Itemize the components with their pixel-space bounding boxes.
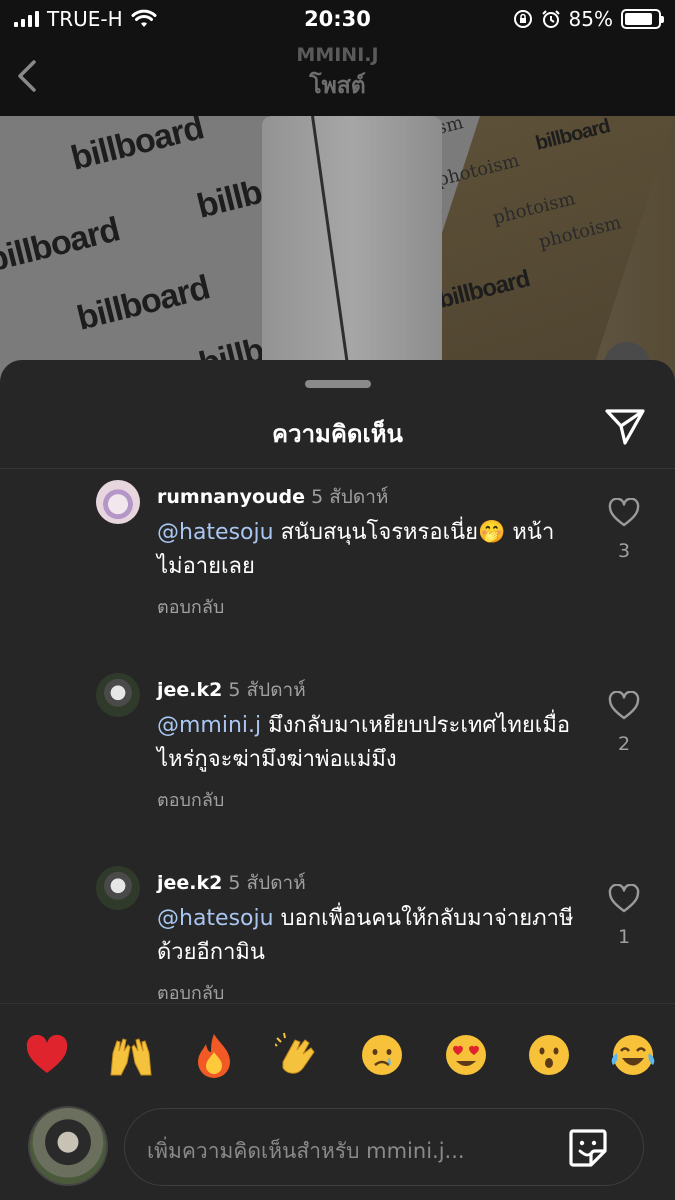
comment-input[interactable]: เพิ่มความคิดเห็นสำหรับ mmini.j... [124,1108,644,1186]
sticker-icon[interactable] [567,1127,609,1169]
comment-item: rumnanyoude 5 สัปดาห์ @hatesoju สนับสนุน… [0,480,675,660]
tears-of-joy-emoji-button[interactable] [608,1030,658,1080]
sheet-title: ความคิดเห็น [272,420,403,448]
heart-icon[interactable] [608,691,640,721]
heart-eyes-emoji-button[interactable] [441,1030,491,1080]
battery-icon [621,9,664,29]
status-bar: TRUE-H 20:30 85% [0,0,675,38]
comment-item: jee.k2 5 สัปดาห์ @mmini.j มึงกลับมาเหยีย… [0,673,675,853]
fire-emoji-icon [198,1034,231,1078]
signal-icon [14,11,39,27]
avatar[interactable] [96,673,140,717]
comment-username[interactable]: jee.k2 [157,872,222,894]
fire-emoji-button[interactable] [189,1030,239,1080]
comment-text: @hatesoju สนับสนุนโจรหรอเนี่ย🤭 หน้าไม่อา… [157,516,577,584]
raising-hands-emoji-button[interactable] [106,1030,156,1080]
comment-time: 5 สัปดาห์ [311,486,389,508]
comment-mention[interactable]: @mmini.j [157,713,261,738]
reply-button[interactable]: ตอบกลับ [157,592,224,621]
comment-time: 5 สัปดาห์ [228,679,306,701]
avatar[interactable] [96,480,140,524]
avatar[interactable] [96,866,140,910]
raising-hands-emoji-icon [110,1038,152,1076]
comment-input-placeholder: เพิ่มความคิดเห็นสำหรับ mmini.j... [147,1139,465,1163]
heart-emoji-button[interactable] [22,1030,72,1080]
like-count: 1 [617,926,631,948]
clapping-hands-emoji-icon [275,1032,315,1074]
comment-mention[interactable]: @hatesoju [157,520,274,545]
crying-face-emoji-icon [361,1035,402,1075]
battery-percent: 85% [568,7,613,31]
carrier-label: TRUE-H [47,7,123,31]
heart-eyes-emoji-icon [445,1035,486,1075]
drag-handle[interactable] [305,380,371,388]
surprised-face-emoji-icon [529,1035,570,1075]
crying-face-emoji-button[interactable] [357,1030,407,1080]
comment-time: 5 สัปดาห์ [228,872,306,894]
comment-composer: เพิ่มความคิดเห็นสำหรับ mmini.j... [0,1003,675,1200]
current-user-avatar [28,1106,108,1186]
comment-text: @mmini.j มึงกลับมาเหยียบประเทศไทยเมื่อไห… [157,709,577,777]
heart-icon[interactable] [608,884,640,914]
alarm-icon [541,10,560,28]
surprised-face-emoji-button[interactable] [524,1030,574,1080]
comment-text: @hatesoju บอกเพื่อนคนให้กลับมาจ่ายภาษีด้… [157,902,577,970]
status-time: 20:30 [304,7,371,31]
reply-button[interactable]: ตอบกลับ [157,785,224,814]
like-count: 2 [617,733,631,755]
heart-icon[interactable] [608,498,640,528]
clapping-hands-emoji-button[interactable] [273,1030,323,1080]
comment-mention[interactable]: @hatesoju [157,906,274,931]
heart-emoji-icon [26,1035,68,1073]
comment-username[interactable]: rumnanyoude [157,486,305,508]
like-count: 3 [617,540,631,562]
tears-of-joy-emoji-icon [611,1035,655,1075]
comment-username[interactable]: jee.k2 [157,679,222,701]
wifi-icon [131,9,157,27]
page-title: โพสต์ [309,73,366,99]
post-header: MMINI.J โพสต์ [0,38,675,116]
rotation-lock-icon [513,10,532,28]
quick-emoji-bar [22,1030,658,1080]
share-send-icon[interactable] [604,406,646,446]
header-username: MMINI.J [296,44,379,66]
